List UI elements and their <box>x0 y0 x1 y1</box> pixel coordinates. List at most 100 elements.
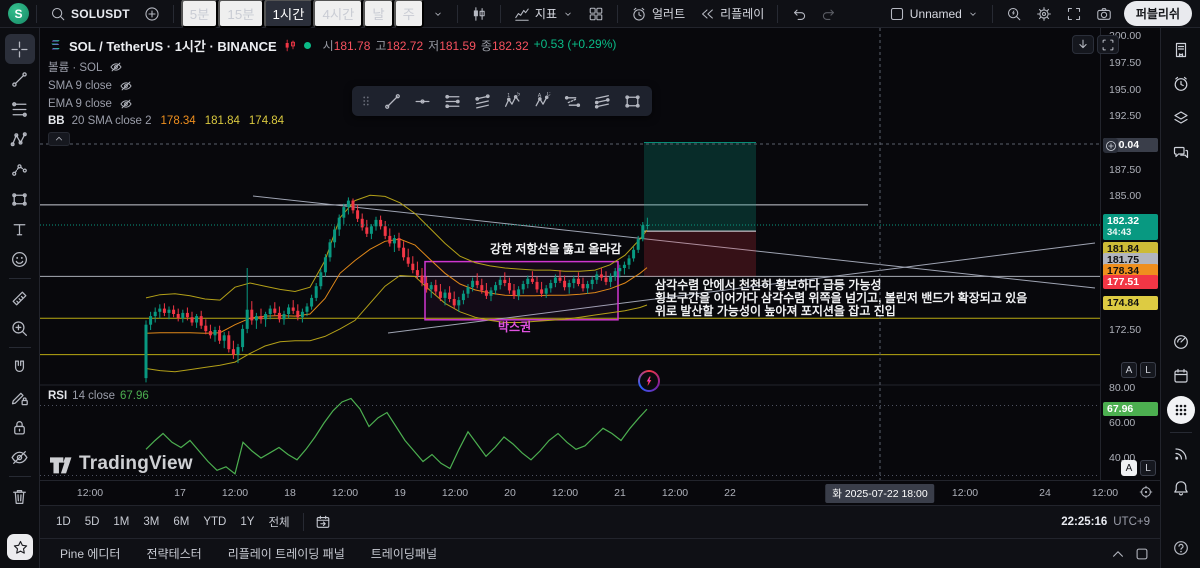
remove-objects-tool[interactable] <box>5 481 35 511</box>
chart-settings-button[interactable] <box>1030 2 1058 26</box>
chat-panel[interactable] <box>1167 138 1195 166</box>
favorites-star-button[interactable] <box>7 534 33 560</box>
fullscreen-button[interactable] <box>1060 2 1088 26</box>
news-panel[interactable] <box>1167 440 1195 468</box>
favorite-tool-flat-channel[interactable] <box>468 89 496 113</box>
replay-button[interactable]: 리플레이 <box>693 2 770 26</box>
annotation-resistance-note[interactable]: 강한 저항선을 뚫고 올라감 <box>490 240 621 257</box>
timeframe-1시간[interactable]: 1시간 <box>263 0 314 28</box>
shapes-tool[interactable] <box>5 184 35 214</box>
calendar-panel[interactable] <box>1167 362 1195 390</box>
add-alert-plus-button[interactable] <box>1103 138 1118 153</box>
range-1M[interactable]: 1M <box>107 513 135 531</box>
rsi-legend[interactable]: RSI 14 close 67.96 <box>48 390 149 402</box>
favorite-drawings-toolbar[interactable]: 15AC <box>352 86 652 116</box>
alerts-panel[interactable] <box>1167 70 1195 98</box>
range-6M[interactable]: 6M <box>167 513 195 531</box>
annotation-box-label[interactable]: 박스권 <box>498 318 531 335</box>
quick-search-button[interactable] <box>1000 2 1028 26</box>
alert-quick-button[interactable]: A <box>1121 362 1137 378</box>
favorite-tool-abc-correction[interactable]: AC <box>528 89 556 113</box>
timeframe-dropdown-button[interactable] <box>426 2 450 26</box>
tab-1[interactable]: Pine 에디터 <box>50 541 130 566</box>
favorite-tool-rectangle[interactable] <box>618 89 646 113</box>
favorite-tool-parallel-channel[interactable] <box>438 89 466 113</box>
session-clock[interactable]: 22:25:16 <box>1061 516 1107 528</box>
text-tool[interactable] <box>5 214 35 244</box>
price-axis[interactable]: 200.00 197.50 195.00 192.50 187.50 185.00 172.… <box>1100 28 1160 505</box>
range-5D[interactable]: 5D <box>79 513 106 531</box>
notifications-panel[interactable] <box>1167 474 1195 502</box>
indicator-templates-button[interactable] <box>582 2 610 26</box>
pane-move-down-button[interactable] <box>1072 35 1094 54</box>
symbol-title[interactable]: SOL / TetherUS · 1시간 · BINANCE <box>69 36 277 55</box>
crosshair-tool[interactable] <box>4 34 35 64</box>
trend-line-tool[interactable] <box>5 64 35 94</box>
drag-handle-icon[interactable] <box>358 93 374 109</box>
pane-maximize-button[interactable] <box>1097 35 1119 54</box>
ema-visibility-toggle[interactable] <box>119 97 133 111</box>
lightning-reaction-badge[interactable] <box>638 370 660 392</box>
favorite-tool-pitchfork-lines[interactable] <box>588 89 616 113</box>
go-to-date-button[interactable] <box>311 512 335 532</box>
alert-button[interactable]: 얼러트 <box>625 2 691 26</box>
watchlist-panel[interactable] <box>1167 36 1195 64</box>
ruler-tool[interactable] <box>5 283 35 313</box>
panel-expand-icon[interactable] <box>1110 546 1126 562</box>
annotation-analysis-line-3[interactable]: 위로 발산할 가능성이 높아져 포지션을 잡고 진입 <box>655 302 896 319</box>
account-avatar[interactable]: S <box>8 3 29 24</box>
undo-button[interactable] <box>785 2 813 26</box>
bb-indicator-row[interactable]: BB 20 SMA close 2 178.34 181.84 174.84 <box>48 115 616 127</box>
limit-quick-button[interactable]: L <box>1140 362 1156 378</box>
snapshot-button[interactable] <box>1090 2 1118 26</box>
chart-style-button[interactable] <box>465 2 493 26</box>
legend-collapse-button[interactable] <box>48 132 70 146</box>
favorite-tool-elliott-impulse[interactable]: 15 <box>498 89 526 113</box>
emoji-tool[interactable] <box>5 244 35 274</box>
range-YTD[interactable]: YTD <box>197 513 232 531</box>
timeframe-날[interactable]: 날 <box>363 0 394 28</box>
panel-maximize-icon[interactable] <box>1134 546 1150 562</box>
favorite-tool-horizontal-line[interactable] <box>408 89 436 113</box>
favorite-tool-pattern-channel[interactable] <box>558 89 586 113</box>
zoom-in-tool[interactable] <box>5 313 35 343</box>
timeframe-15분[interactable]: 15분 <box>218 0 264 28</box>
compare-symbol-button[interactable] <box>138 2 166 26</box>
drawing-lock-tool[interactable] <box>5 382 35 412</box>
time-tick: 24 <box>1039 487 1051 499</box>
scroll-to-realtime-button[interactable] <box>1138 484 1154 500</box>
timeframe-주[interactable]: 주 <box>393 0 424 28</box>
redo-button[interactable] <box>815 2 843 26</box>
hide-drawings-tool[interactable] <box>5 442 35 472</box>
rsi-alert-quick-button[interactable]: A <box>1121 460 1137 476</box>
timeframe-5분[interactable]: 5분 <box>180 0 219 28</box>
indicators-button[interactable]: 지표 <box>508 2 580 26</box>
range-전체[interactable]: 전체 <box>262 511 295 533</box>
xabcd-pattern-tool[interactable] <box>5 124 35 154</box>
range-1Y[interactable]: 1Y <box>234 513 260 531</box>
symbol-search-button[interactable]: SOLUSDT <box>44 2 136 26</box>
time-axis[interactable]: 12:00 17 12:00 18 12:00 19 12:00 20 12:00 21 12:00… <box>40 480 1160 505</box>
rsi-limit-quick-button[interactable]: L <box>1140 460 1156 476</box>
magnet-tool[interactable] <box>5 352 35 382</box>
apps-panel[interactable] <box>1167 396 1195 424</box>
timezone-label[interactable]: UTC+9 <box>1113 516 1150 528</box>
volume-visibility-toggle[interactable] <box>109 60 123 74</box>
publish-button[interactable]: 퍼블리쉬 <box>1123 1 1192 26</box>
screener-panel[interactable] <box>1167 328 1195 356</box>
help-button[interactable] <box>1167 534 1195 562</box>
forecast-tool[interactable] <box>5 154 35 184</box>
object-tree-panel[interactable] <box>1167 104 1195 132</box>
timeframe-4시간[interactable]: 4시간 <box>313 0 364 28</box>
range-3M[interactable]: 3M <box>137 513 165 531</box>
tab-3[interactable]: 리플레이 트레이딩 패널 <box>218 541 355 566</box>
save-layout-button[interactable]: Unnamed <box>883 2 985 26</box>
fib-retracement-tool[interactable] <box>5 94 35 124</box>
lock-all-tool[interactable] <box>5 412 35 442</box>
range-1D[interactable]: 1D <box>50 513 77 531</box>
favorite-tool-trend-line[interactable] <box>378 89 406 113</box>
tab-2[interactable]: 전략테스터 <box>136 541 211 566</box>
volume-indicator-row[interactable]: 볼륨 · SOL <box>48 59 616 75</box>
tab-4[interactable]: 트레이딩패널 <box>361 541 447 566</box>
sma-visibility-toggle[interactable] <box>119 79 133 93</box>
